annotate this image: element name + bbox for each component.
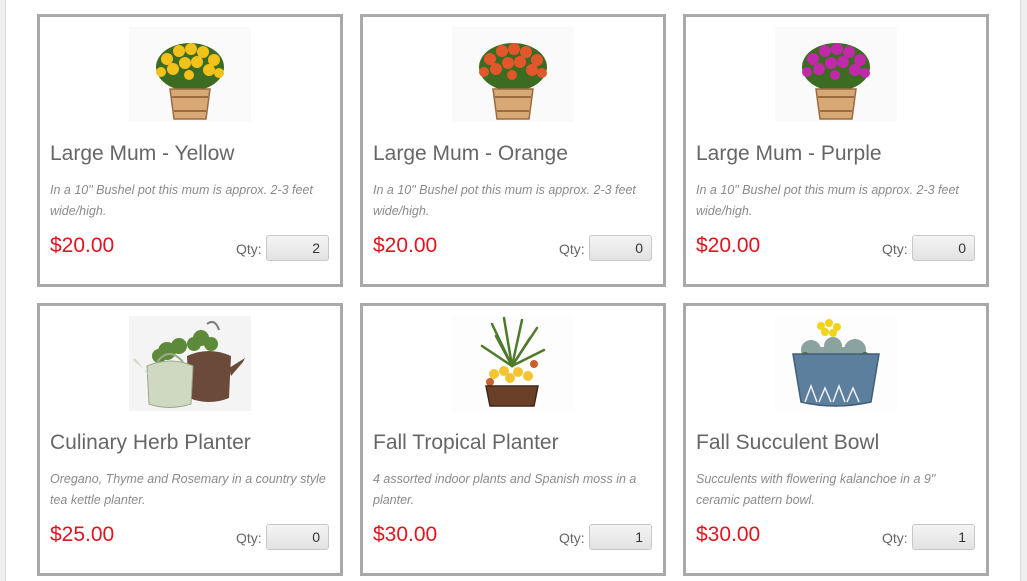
product-name: Large Mum - Yellow bbox=[50, 142, 235, 165]
orange-mum-basket-image bbox=[452, 27, 574, 122]
qty-label: Qty: bbox=[882, 530, 908, 546]
product-image bbox=[686, 27, 986, 122]
product-name: Large Mum - Purple bbox=[696, 142, 882, 165]
product-price: $30.00 bbox=[373, 523, 438, 546]
product-price: $25.00 bbox=[50, 523, 115, 546]
product-card: Large Mum - Orange In a 10" Bushel pot t… bbox=[360, 14, 666, 287]
product-price: $20.00 bbox=[50, 234, 115, 257]
product-card: Fall Tropical Planter 4 assorted indoor … bbox=[360, 303, 666, 576]
product-image bbox=[686, 316, 986, 411]
product-description: 4 assorted indoor plants and Spanish mos… bbox=[373, 472, 637, 507]
product-card: Fall Succulent Bowl Succulents with flow… bbox=[683, 303, 989, 576]
yellow-mum-basket-image bbox=[129, 27, 251, 122]
product-description: Succulents with flowering kalanchoe in a… bbox=[696, 472, 936, 507]
product-card: Large Mum - Purple In a 10" Bushel pot t… bbox=[683, 14, 989, 287]
qty-input[interactable] bbox=[912, 524, 975, 550]
qty-label: Qty: bbox=[236, 241, 262, 257]
tropical-planter-image bbox=[452, 316, 574, 411]
product-description: Oregano, Thyme and Rosemary in a country… bbox=[50, 472, 326, 507]
product-name: Culinary Herb Planter bbox=[50, 431, 251, 454]
qty-input[interactable] bbox=[266, 524, 329, 550]
product-price: $30.00 bbox=[696, 523, 761, 546]
qty-input[interactable] bbox=[589, 524, 652, 550]
product-name: Fall Tropical Planter bbox=[373, 431, 559, 454]
qty-label: Qty: bbox=[236, 530, 262, 546]
purple-mum-basket-image bbox=[775, 27, 897, 122]
product-description: In a 10" Bushel pot this mum is approx. … bbox=[696, 183, 959, 218]
qty-label: Qty: bbox=[559, 530, 585, 546]
product-card: Culinary Herb Planter Oregano, Thyme and… bbox=[37, 303, 343, 576]
product-image bbox=[363, 27, 663, 122]
product-image bbox=[40, 316, 340, 411]
product-name: Fall Succulent Bowl bbox=[696, 431, 880, 454]
herb-kettle-planter-image bbox=[129, 316, 251, 411]
product-description: In a 10" Bushel pot this mum is approx. … bbox=[373, 183, 636, 218]
qty-input[interactable] bbox=[912, 235, 975, 261]
product-price: $20.00 bbox=[373, 234, 438, 257]
product-card: Large Mum - Yellow In a 10" Bushel pot t… bbox=[37, 14, 343, 287]
product-name: Large Mum - Orange bbox=[373, 142, 568, 165]
product-description: In a 10" Bushel pot this mum is approx. … bbox=[50, 183, 313, 218]
product-price: $20.00 bbox=[696, 234, 761, 257]
qty-label: Qty: bbox=[559, 241, 585, 257]
qty-input[interactable] bbox=[266, 235, 329, 261]
qty-input[interactable] bbox=[589, 235, 652, 261]
product-image bbox=[363, 316, 663, 411]
qty-label: Qty: bbox=[882, 241, 908, 257]
succulent-bowl-image bbox=[775, 316, 897, 411]
product-image bbox=[40, 27, 340, 122]
product-grid-page: Large Mum - Yellow In a 10" Bushel pot t… bbox=[5, 0, 1021, 581]
